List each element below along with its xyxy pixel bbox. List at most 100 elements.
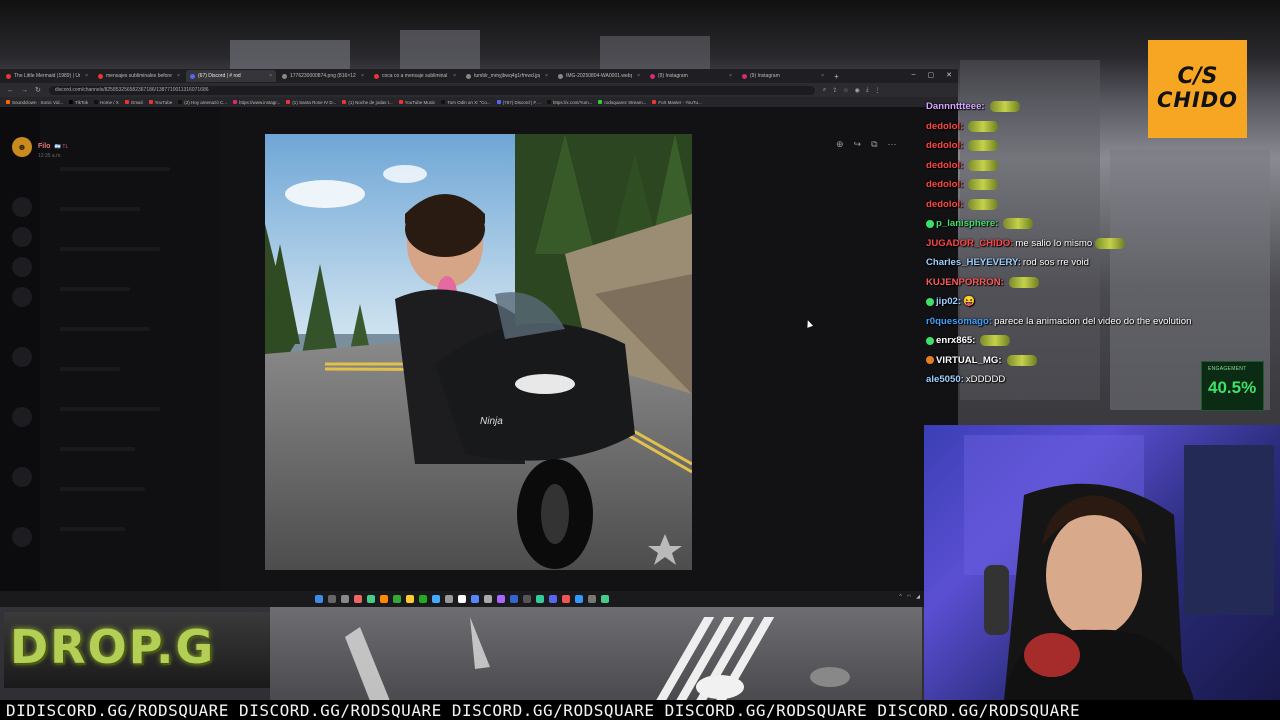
close-tab-icon[interactable]: ×	[177, 73, 180, 79]
bookmark-item[interactable]: https://x.com/Yum...	[546, 100, 592, 105]
chat-username[interactable]: VIRTUAL_MG:	[936, 354, 1002, 367]
bookmark-item[interactable]: (787) Discord | # ...	[496, 100, 541, 105]
chat-username[interactable]: ale5050:	[926, 373, 964, 386]
bookmark-item[interactable]: (2) Hoy amenazó C...	[178, 100, 227, 105]
close-tab-icon[interactable]: ×	[729, 73, 732, 79]
app-icon[interactable]	[354, 595, 362, 603]
close-tab-icon[interactable]: ×	[85, 73, 88, 79]
reload-icon[interactable]: ↻	[35, 86, 41, 94]
chat-username[interactable]: dedolol:	[926, 120, 963, 133]
chat-username[interactable]: KUJENPORRON:	[926, 276, 1004, 289]
app-icon[interactable]	[393, 595, 401, 603]
volume-icon[interactable]: ◢	[916, 594, 920, 600]
bookmark-item[interactable]: Fort Master - YouTu...	[652, 100, 702, 105]
start-icon[interactable]	[315, 595, 323, 603]
back-icon[interactable]: ←	[7, 87, 14, 94]
chrome-icon[interactable]	[367, 595, 375, 603]
viewed-image[interactable]: Ninja	[265, 134, 692, 570]
server-icon[interactable]	[12, 527, 32, 547]
menu-icon[interactable]: ⋮	[875, 87, 881, 94]
app-icon[interactable]	[458, 595, 466, 603]
chat-username[interactable]: jip02:	[936, 295, 961, 308]
network-icon[interactable]: ◠	[907, 594, 911, 600]
app-icon[interactable]	[601, 595, 609, 603]
bookmark-item[interactable]: YouTube	[148, 100, 172, 105]
chat-username[interactable]: Charles_HEYEVERY:	[926, 256, 1021, 269]
url-input[interactable]: discord.com/channels/825853256582367186/…	[48, 85, 815, 95]
chat-username[interactable]: dedolol:	[926, 178, 963, 191]
chat-username[interactable]: dedolol:	[926, 139, 963, 152]
app-icon[interactable]	[588, 595, 596, 603]
app-icon[interactable]	[562, 595, 570, 603]
bookmark-item[interactable]: YouTube Music	[398, 100, 435, 105]
open-external-icon[interactable]: ⧉	[871, 139, 877, 150]
discord-icon[interactable]	[549, 595, 557, 603]
bookmark-item[interactable]: Tom Odin on X: "Co...	[441, 100, 491, 105]
bookmark-item[interactable]: (1) Santa Rose IV D...	[286, 100, 336, 105]
tab-5[interactable]: tumblr_mmyjbwq4g1rfmwd.jpg ×	[462, 70, 552, 82]
star-icon[interactable]: ☆	[843, 87, 848, 94]
close-tab-icon[interactable]: ×	[361, 73, 364, 79]
forward-icon[interactable]: ↪	[854, 139, 862, 150]
tab-0[interactable]: The Little Mermaid (1989) | Un ×	[2, 70, 92, 82]
app-icon[interactable]	[497, 595, 505, 603]
new-tab-button[interactable]: +	[834, 72, 839, 81]
firefox-icon[interactable]	[380, 595, 388, 603]
folder-icon[interactable]	[406, 595, 414, 603]
bookmark-item[interactable]: Soundclown · Sonic Vid...	[6, 100, 63, 105]
share-icon[interactable]: ⇪	[832, 87, 837, 94]
chat-username[interactable]: JUGADOR_CHIDO:	[926, 237, 1013, 250]
bookmark-item[interactable]: TikTok	[69, 100, 88, 105]
app-icon[interactable]	[419, 595, 427, 603]
more-options-icon[interactable]: ⋯	[888, 139, 897, 150]
taskview-icon[interactable]	[341, 595, 349, 603]
tab-6[interactable]: IMG-20250804-WA0001.webp ×	[554, 70, 644, 82]
tab-7[interactable]: (9) Instagram ×	[646, 70, 736, 82]
chat-username[interactable]: p_lanisphere:	[936, 217, 998, 230]
tab-2[interactable]: (67) Discord | # rod ×	[186, 70, 276, 82]
server-icon[interactable]	[12, 407, 32, 427]
tab-3[interactable]: 1776230000874.png (816×1216) ×	[278, 70, 368, 82]
chat-username[interactable]: dedolol:	[926, 198, 963, 211]
bookmark-item[interactable]: Gmail	[124, 100, 143, 105]
bookmark-item[interactable]: rodsquarez Stream...	[598, 100, 646, 105]
tab-4[interactable]: coca co a mensaje subliminal ×	[370, 70, 460, 82]
tray-chevron-icon[interactable]: ^	[899, 594, 901, 600]
forward-icon[interactable]: →	[21, 87, 28, 94]
minimize-button[interactable]: –	[912, 71, 916, 79]
download-icon[interactable]: ⤓	[866, 87, 869, 94]
search-icon[interactable]	[328, 595, 336, 603]
chat-username[interactable]: r0quesomago:	[926, 315, 992, 328]
close-tab-icon[interactable]: ×	[545, 73, 548, 79]
app-icon[interactable]	[510, 595, 518, 603]
close-tab-icon[interactable]: ×	[453, 73, 456, 79]
extension-icon[interactable]: ◉	[855, 87, 860, 94]
close-window-button[interactable]: ✕	[946, 71, 952, 79]
server-icon[interactable]	[12, 347, 32, 367]
zoom-icon[interactable]: ⌕	[823, 87, 826, 94]
app-icon[interactable]	[575, 595, 583, 603]
app-icon[interactable]	[445, 595, 453, 603]
app-icon[interactable]	[536, 595, 544, 603]
bookmark-item[interactable]: Home / X	[94, 100, 119, 105]
chat-username[interactable]: enrx865:	[936, 334, 975, 347]
chat-username[interactable]: dedolol:	[926, 159, 963, 172]
bookmark-item[interactable]: (1) Noche de jodas t...	[342, 100, 393, 105]
chat-username[interactable]: Dannnttteee:	[926, 100, 985, 113]
close-tab-icon[interactable]: ×	[269, 73, 272, 79]
maximize-button[interactable]: ▢	[928, 71, 935, 79]
server-icon[interactable]	[12, 197, 32, 217]
author-name[interactable]: Filo	[38, 143, 50, 150]
server-icon[interactable]	[12, 257, 32, 277]
zoom-in-icon[interactable]: ⊕	[836, 139, 844, 150]
close-tab-icon[interactable]: ×	[821, 73, 824, 79]
server-icon[interactable]	[12, 227, 32, 247]
server-icon[interactable]	[12, 287, 32, 307]
tab-1[interactable]: mensajes subliminales before ×	[94, 70, 184, 82]
app-icon[interactable]	[484, 595, 492, 603]
tab-8[interactable]: (9) Instagram ×	[738, 70, 828, 82]
app-icon[interactable]	[432, 595, 440, 603]
app-icon[interactable]	[471, 595, 479, 603]
avatar[interactable]: ☻	[12, 137, 32, 157]
close-tab-icon[interactable]: ×	[637, 73, 640, 79]
